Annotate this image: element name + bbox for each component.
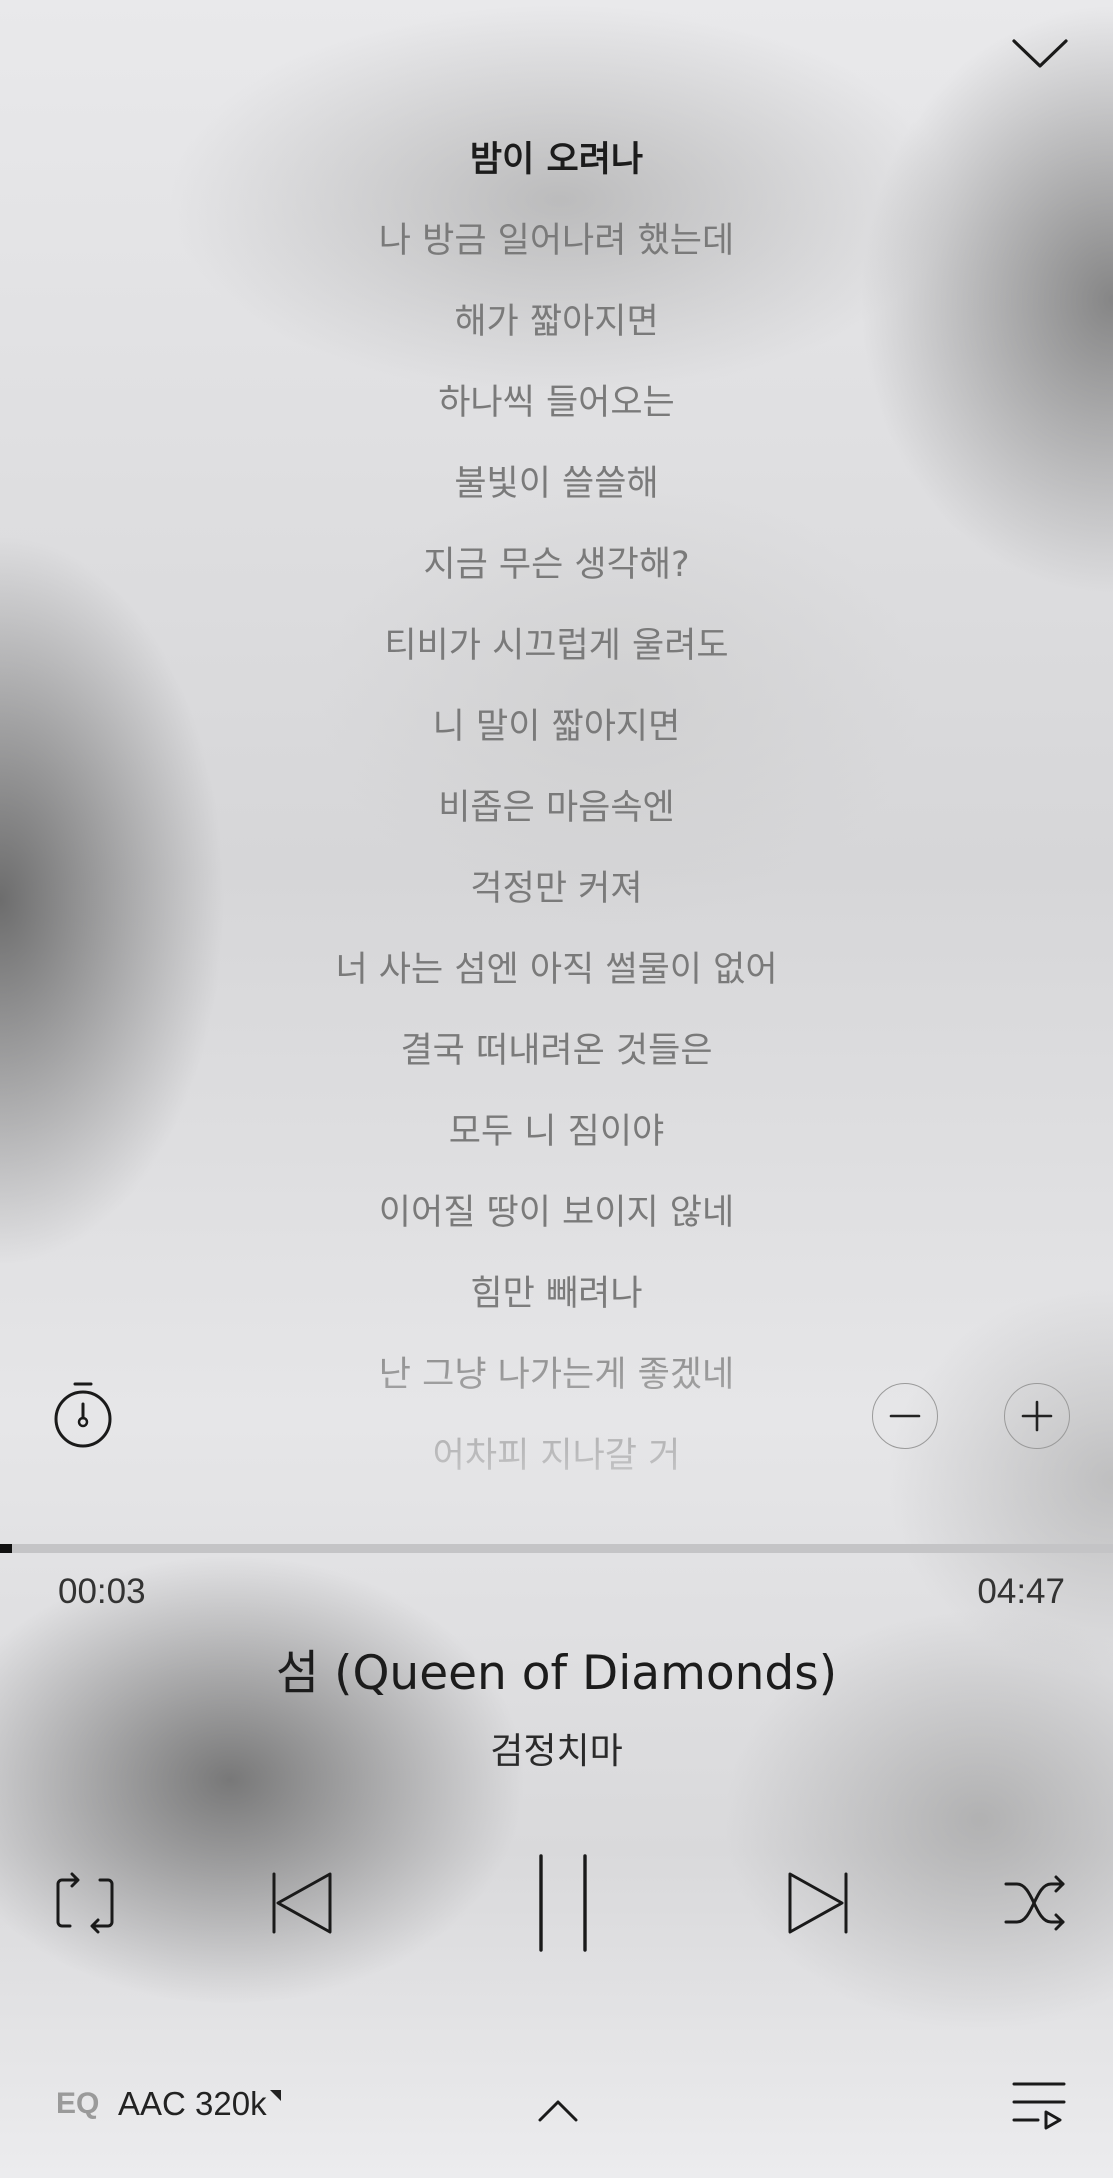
previous-button[interactable] <box>266 1866 338 1940</box>
skip-previous-icon <box>272 1872 332 1934</box>
pause-button[interactable] <box>520 1850 606 1956</box>
progress-fill <box>0 1544 12 1553</box>
lyric-line[interactable]: 해가 짧아지면 <box>0 282 1113 363</box>
lyrics-zoom-out-button[interactable] <box>872 1383 938 1449</box>
song-title: 섬 (Queen of Diamonds) <box>275 1646 838 1701</box>
lyric-line[interactable]: 티비가 시끄럽게 울려도 <box>0 606 1113 687</box>
next-button[interactable] <box>782 1866 854 1940</box>
plus-icon <box>1021 1400 1053 1432</box>
minus-icon <box>889 1414 921 1418</box>
progress-bar[interactable] <box>0 1544 1113 1553</box>
lyric-line[interactable]: 난 그냥 나가는게 좋겠네 <box>0 1335 1113 1416</box>
collapse-button[interactable] <box>1005 28 1075 78</box>
chevron-down-icon <box>1012 39 1068 68</box>
elapsed-time: 00:03 <box>58 1572 146 1611</box>
queue-button[interactable] <box>1010 2078 1068 2134</box>
lyric-line[interactable]: 비좁은 마음속엔 <box>0 768 1113 849</box>
repeat-button[interactable] <box>50 1868 120 1938</box>
lyric-line[interactable]: 너 사는 섬엔 아직 썰물이 없어 <box>0 930 1113 1011</box>
lyric-line[interactable]: 모두 니 짐이야 <box>0 1092 1113 1173</box>
pause-icon <box>539 1854 587 1952</box>
total-time: 04:47 <box>977 1572 1065 1611</box>
quality-menu-indicator <box>270 2090 281 2101</box>
lyric-line[interactable]: 걱정만 커져 <box>0 849 1113 930</box>
shuffle-button[interactable] <box>1000 1868 1070 1938</box>
lyric-line[interactable]: 지금 무슨 생각해? <box>0 525 1113 606</box>
lyric-line[interactable]: 어차피 지나갈 거 <box>0 1416 1113 1490</box>
chevron-up-icon <box>538 2100 578 2122</box>
lyric-line[interactable]: 이어질 땅이 보이지 않네 <box>0 1173 1113 1254</box>
lyric-line[interactable]: 하나씩 들어오는 <box>0 363 1113 444</box>
shuffle-icon <box>1004 1875 1065 1931</box>
lyric-line[interactable]: 니 말이 짧아지면 <box>0 687 1113 768</box>
sleep-timer-icon <box>54 1382 112 1448</box>
lyric-line[interactable]: 힘만 빼려나 <box>0 1254 1113 1335</box>
artist-name[interactable]: 검정치마 <box>0 1722 1113 1774</box>
lyrics-zoom-in-button[interactable] <box>1004 1383 1070 1449</box>
eq-button[interactable]: EQ <box>56 2087 99 2121</box>
lyric-line[interactable]: 불빛이 쓸쓸해 <box>0 444 1113 525</box>
sleep-timer-button[interactable] <box>50 1380 116 1450</box>
skip-next-icon <box>788 1872 848 1934</box>
repeat-icon <box>56 1872 114 1934</box>
lyric-line[interactable]: 나 방금 일어나려 했는데 <box>0 201 1113 282</box>
audio-quality-button[interactable]: AAC 320k <box>118 2085 267 2123</box>
lyric-line-current[interactable]: 밤이 오려나 <box>0 120 1113 201</box>
lyrics-panel[interactable]: 밤이 오려나 나 방금 일어나려 했는데 해가 짧아지면 하나씩 들어오는 불빛이 쓸쓸… <box>0 120 1113 1490</box>
queue-icon <box>1012 2082 1066 2130</box>
now-playing-screen: 밤이 오려나 나 방금 일어나려 했는데 해가 짧아지면 하나씩 들어오는 불빛이 쓸쓸… <box>0 0 1113 2178</box>
lyric-line[interactable]: 결국 떠내려온 것들은 <box>0 1011 1113 1092</box>
expand-button[interactable] <box>532 2090 584 2130</box>
